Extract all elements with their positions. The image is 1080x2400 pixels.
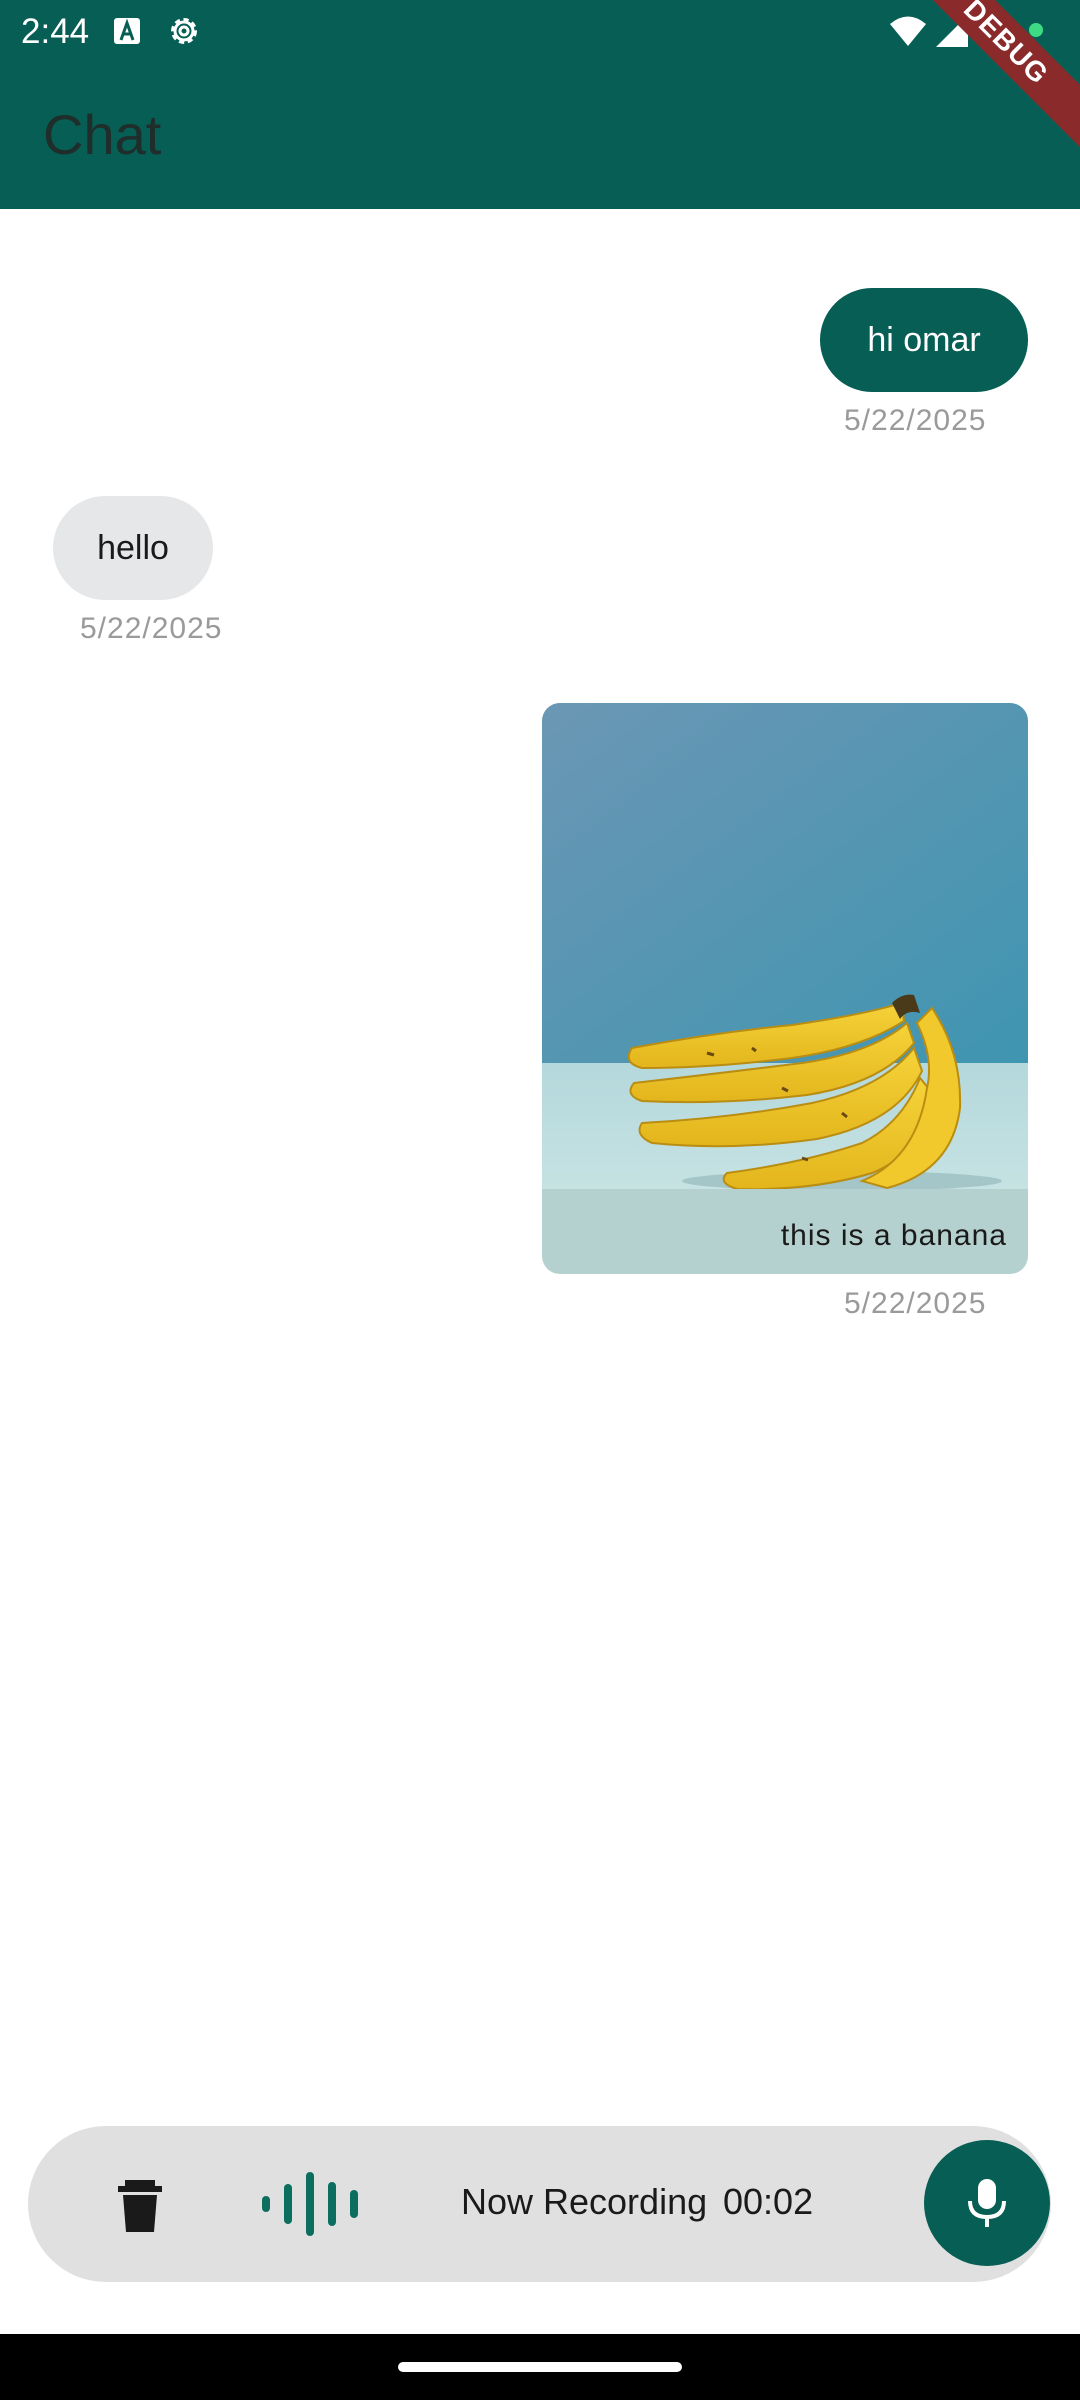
message-bubble-sent[interactable]: hi omar: [820, 288, 1028, 392]
app-bar: 2:44 Chat DEBUG: [0, 0, 1080, 209]
mic-icon: [968, 2179, 1006, 2227]
mic-button[interactable]: [924, 2140, 1050, 2266]
message-timestamp: 5/22/2025: [844, 404, 987, 437]
trash-icon: [118, 2180, 162, 2232]
message-timestamp: 5/22/2025: [844, 1287, 987, 1320]
delete-recording-button[interactable]: [104, 2170, 176, 2242]
waveform-icon: [258, 2170, 362, 2238]
message-timestamp: 5/22/2025: [80, 612, 223, 645]
home-gesture-handle[interactable]: [398, 2362, 682, 2372]
banana-photo: [542, 703, 1028, 1189]
chat-screen: 2:44 Chat DEBUG hi omar 5/22/2025 hello …: [0, 0, 1080, 2400]
message-bubble-received[interactable]: hello: [53, 496, 213, 600]
wifi-icon: [888, 13, 928, 54]
status-bar: 2:44: [0, 0, 1080, 63]
image-message[interactable]: this is a banana: [542, 703, 1028, 1274]
status-time: 2:44: [21, 12, 90, 51]
recording-bar: Now Recording 00:02: [28, 2126, 1051, 2282]
image-caption: this is a banana: [780, 1219, 1007, 1252]
page-title: Chat: [43, 103, 162, 166]
settings-icon: [166, 13, 202, 54]
recording-timer: 00:02: [723, 2181, 814, 2222]
text-a-icon: [112, 13, 142, 54]
recording-status: Now Recording: [461, 2181, 708, 2222]
system-nav-bar: [0, 2334, 1080, 2400]
